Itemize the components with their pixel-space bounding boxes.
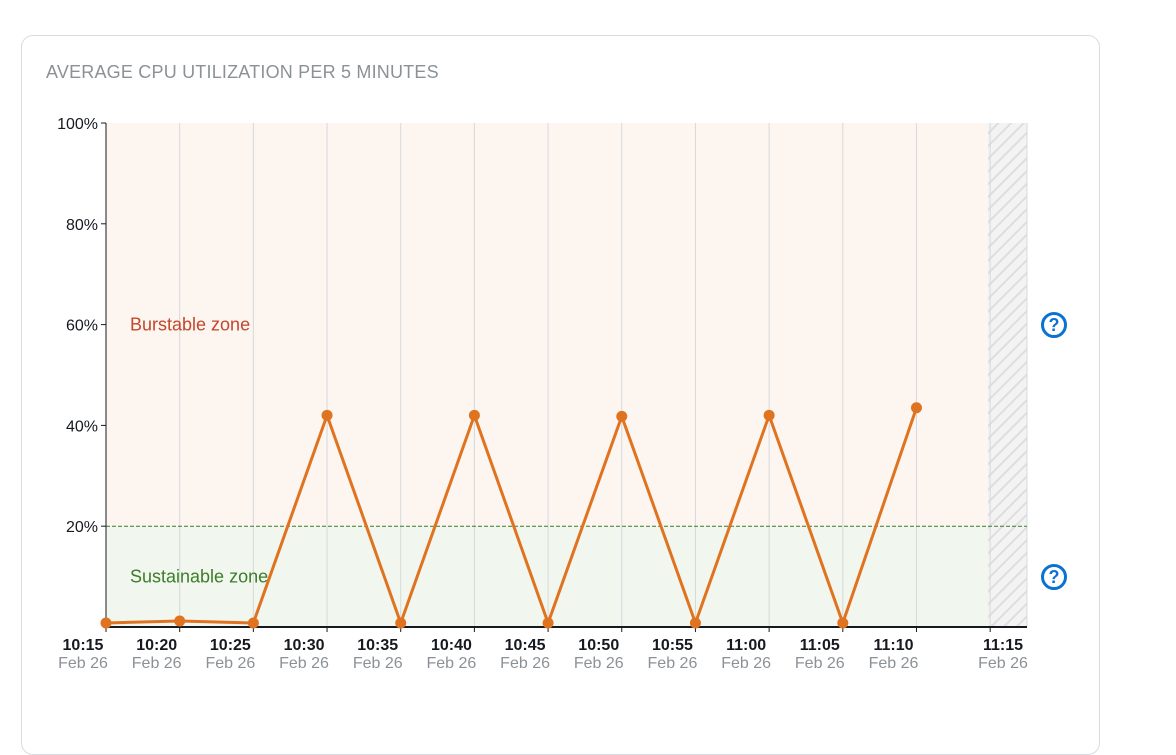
x-tick-time-label: 10:55	[652, 637, 693, 654]
data-point[interactable]	[321, 409, 333, 421]
data-point[interactable]	[910, 402, 922, 414]
x-tick-date-label: Feb 26	[500, 655, 550, 672]
x-tick-date-label: Feb 26	[353, 655, 403, 672]
x-tick-time-label: 10:20	[136, 637, 177, 654]
x-tick-date-label: Feb 26	[132, 655, 182, 672]
x-tick-date-label: Feb 26	[869, 655, 919, 672]
data-point[interactable]	[247, 617, 259, 629]
x-tick-date-label: Feb 26	[978, 655, 1028, 672]
y-axis-ticks: 100% 80% 60% 40% 20%	[57, 116, 106, 536]
y-tick-label: 60%	[66, 318, 98, 335]
y-tick-label: 20%	[66, 519, 98, 536]
x-tick-time-label: 11:05	[800, 637, 840, 654]
future-hatched-area	[988, 123, 1027, 627]
data-point[interactable]	[468, 409, 480, 421]
x-tick-date-label: Feb 26	[426, 655, 476, 672]
x-tick-time-label: 10:30	[284, 637, 325, 654]
x-tick-date-label: Feb 26	[574, 655, 624, 672]
data-point[interactable]	[542, 617, 554, 629]
data-point[interactable]	[689, 617, 701, 629]
x-tick-time-label: 10:45	[505, 637, 546, 654]
data-point[interactable]	[100, 617, 112, 629]
y-tick-label: 80%	[66, 217, 98, 234]
x-tick-date-label: Feb 26	[205, 655, 255, 672]
x-tick-time-label: 10:50	[578, 637, 619, 654]
data-point[interactable]	[395, 617, 407, 629]
burstable-zone-label: Burstable zone	[130, 315, 250, 335]
y-tick-label: 40%	[66, 418, 98, 435]
x-tick-time-label: 11:00	[726, 637, 766, 654]
data-point[interactable]	[174, 615, 186, 627]
x-tick-date-label: Feb 26	[721, 655, 771, 672]
x-tick-time-label: 10:40	[431, 637, 472, 654]
y-tick-label: 100%	[57, 116, 98, 133]
x-tick-time-label: 11:10	[873, 637, 913, 654]
x-tick-date-label: Feb 26	[795, 655, 845, 672]
x-tick-date-label: Feb 26	[58, 655, 108, 672]
x-tick-date-label: Feb 26	[648, 655, 698, 672]
burstable-help-icon[interactable]: ?	[1041, 311, 1067, 338]
cpu-utilization-chart: 100%80%60%40%20% 10:15Feb 2610:20Feb 261…	[57, 116, 1028, 672]
x-tick-time-label: 11:15	[983, 637, 1023, 654]
sustainable-zone-label: Sustainable zone	[130, 567, 268, 587]
x-tick-time-label: 10:35	[357, 637, 398, 654]
sustainable-help-icon[interactable]: ?	[1041, 563, 1067, 590]
data-point[interactable]	[616, 410, 628, 422]
x-tick-time-label: 10:25	[210, 637, 251, 654]
data-point[interactable]	[837, 617, 849, 629]
x-tick-time-label: 10:15	[63, 637, 104, 654]
x-tick-date-label: Feb 26	[279, 655, 329, 672]
x-axis-ticks: 10:15Feb 2610:20Feb 2610:25Feb 2610:30Fe…	[58, 627, 1028, 672]
data-point[interactable]	[763, 409, 775, 421]
